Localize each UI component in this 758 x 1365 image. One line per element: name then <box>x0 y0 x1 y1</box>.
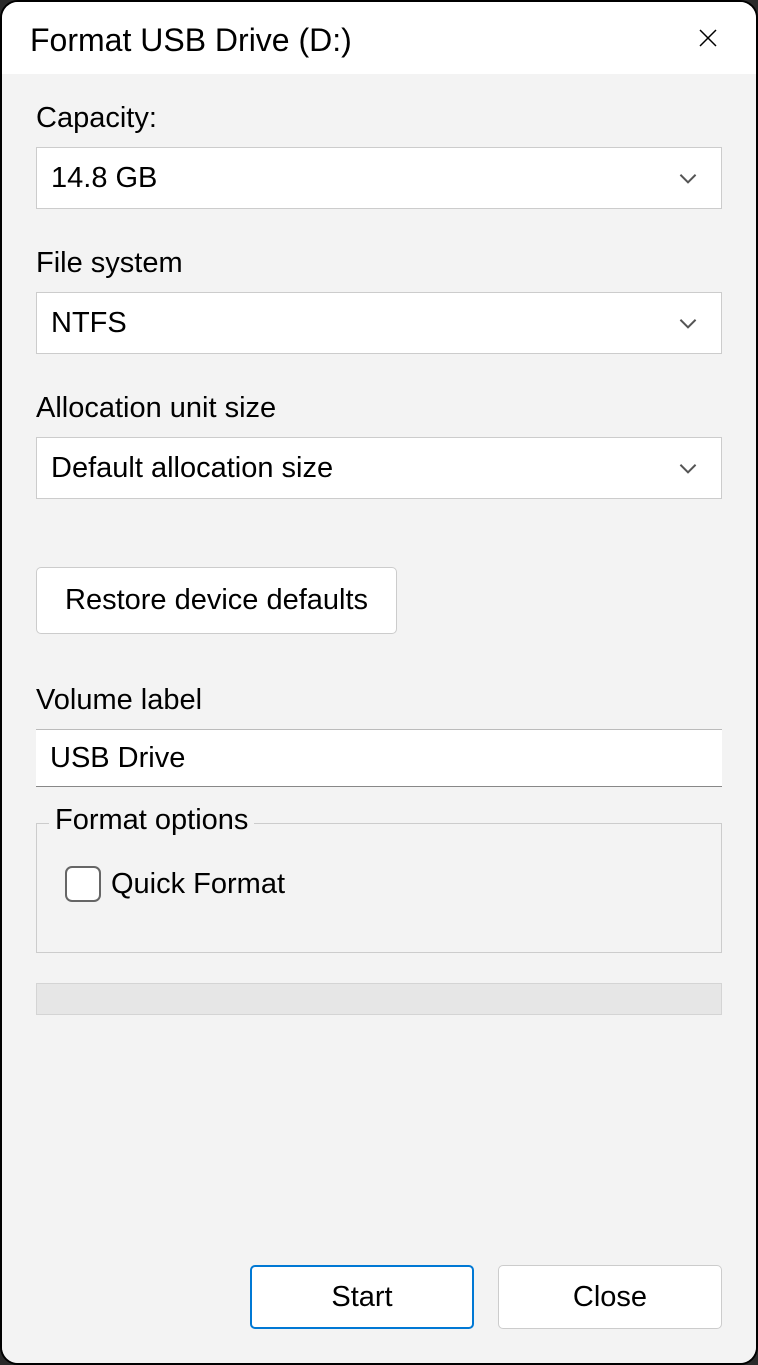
format-options-legend: Format options <box>49 804 254 837</box>
volume-label-label: Volume label <box>36 684 722 717</box>
chevron-down-icon <box>675 165 701 191</box>
format-dialog: Format USB Drive (D:) Capacity: 14.8 GB … <box>0 0 758 1365</box>
progress-bar <box>36 983 722 1015</box>
filesystem-value: NTFS <box>51 307 127 340</box>
start-button[interactable]: Start <box>250 1265 474 1329</box>
close-window-button[interactable] <box>688 20 728 60</box>
capacity-value: 14.8 GB <box>51 162 157 195</box>
volume-label-input[interactable] <box>36 729 722 787</box>
restore-defaults-button[interactable]: Restore device defaults <box>36 567 397 634</box>
quick-format-checkbox[interactable] <box>65 866 101 902</box>
capacity-label: Capacity: <box>36 102 722 135</box>
filesystem-dropdown[interactable]: NTFS <box>36 292 722 354</box>
dialog-content: Capacity: 14.8 GB File system NTFS Alloc… <box>2 74 756 1363</box>
filesystem-label: File system <box>36 247 722 280</box>
window-title: Format USB Drive (D:) <box>30 22 352 59</box>
close-icon <box>696 26 720 55</box>
allocation-label: Allocation unit size <box>36 392 722 425</box>
format-options-fieldset: Format options Quick Format <box>36 823 722 953</box>
allocation-dropdown[interactable]: Default allocation size <box>36 437 722 499</box>
titlebar: Format USB Drive (D:) <box>2 2 756 74</box>
chevron-down-icon <box>675 310 701 336</box>
quick-format-row: Quick Format <box>65 866 701 902</box>
quick-format-label: Quick Format <box>111 868 285 901</box>
capacity-dropdown[interactable]: 14.8 GB <box>36 147 722 209</box>
button-row: Start Close <box>36 1265 722 1329</box>
chevron-down-icon <box>675 455 701 481</box>
close-button[interactable]: Close <box>498 1265 722 1329</box>
allocation-value: Default allocation size <box>51 452 333 485</box>
